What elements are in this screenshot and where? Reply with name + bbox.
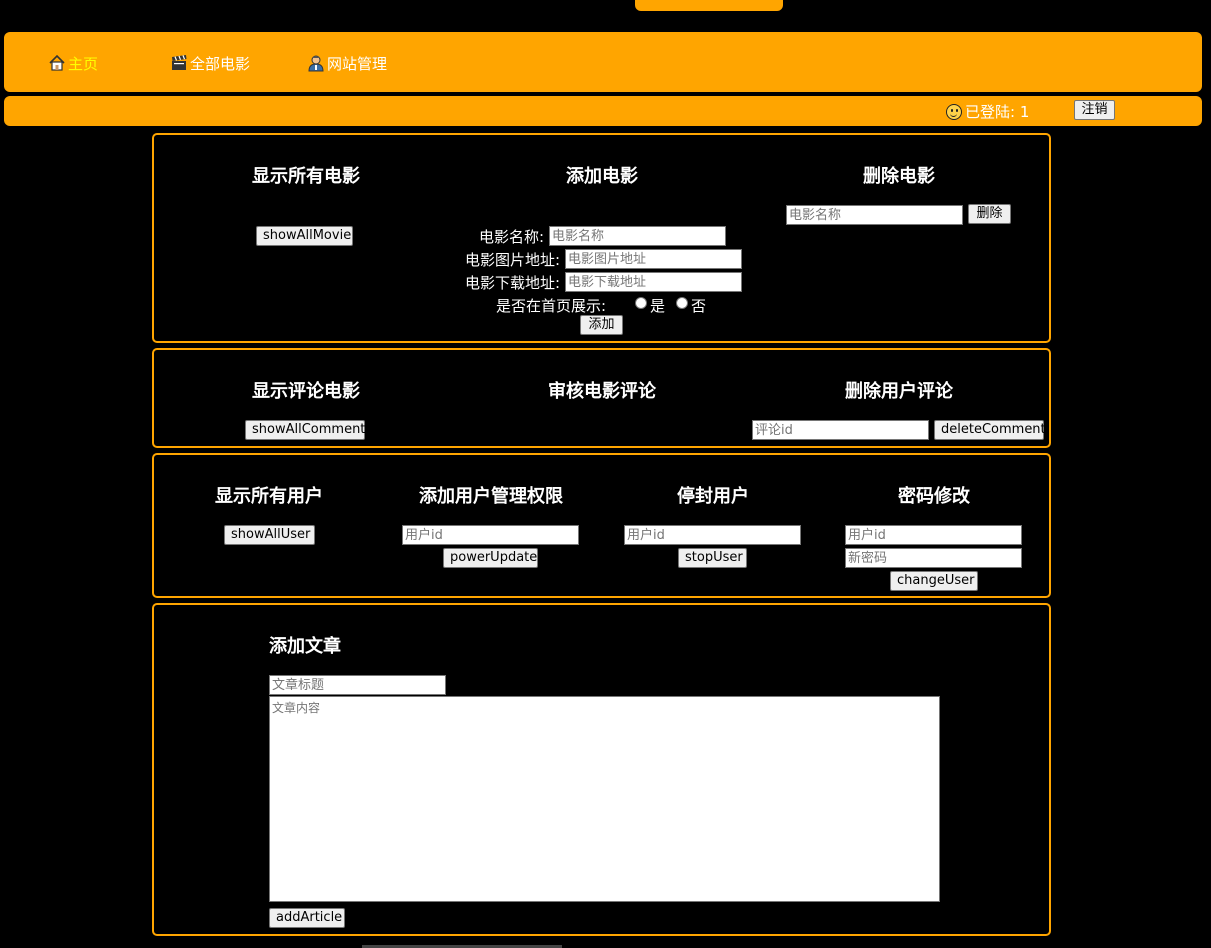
stop-user-button[interactable]: stopUser (678, 548, 747, 568)
show-all-user-button[interactable]: showAllUser (224, 525, 315, 545)
article-content-textarea[interactable] (269, 696, 940, 902)
top-navbar: 主页 全部电影 网站管理 (4, 32, 1202, 92)
delete-user-comment-heading: 删除用户评论 (845, 381, 953, 402)
homepage-yes-label: 是 (650, 297, 666, 315)
movie-management-panel: 显示所有电影 showAllMovie 添加电影 电影名称: 电影图片地址: 电… (152, 133, 1051, 343)
nav-site-admin[interactable]: 网站管理 (307, 52, 387, 74)
ban-user-id-input[interactable] (624, 525, 801, 545)
login-status: 已登陆: 1 (946, 101, 1029, 122)
add-movie-button[interactable]: 添加 (580, 315, 623, 335)
homepage-display-label: 是否在首页展示: (496, 297, 607, 315)
new-password-input[interactable] (845, 548, 1022, 568)
change-user-button[interactable]: changeUser (890, 571, 978, 591)
status-bar: 已登陆: 1 注销 (4, 96, 1202, 126)
add-admin-permission-heading: 添加用户管理权限 (419, 486, 563, 507)
comment-id-input[interactable] (752, 420, 929, 440)
add-article-button[interactable]: addArticle (269, 908, 345, 928)
article-panel: 添加文章 addArticle (152, 603, 1051, 936)
homepage-no-radio[interactable] (676, 297, 688, 309)
power-update-button[interactable]: powerUpdate (443, 548, 538, 568)
homepage-yes-radio[interactable] (635, 297, 647, 309)
show-all-movies-heading: 显示所有电影 (252, 166, 360, 187)
show-all-comment-button[interactable]: showAllComment (245, 420, 365, 440)
add-movie-heading: 添加电影 (566, 166, 638, 187)
movie-image-url-input[interactable] (565, 249, 742, 269)
login-status-label: 已登陆: 1 (965, 103, 1030, 121)
nav-site-admin-label: 网站管理 (327, 54, 388, 73)
power-user-id-input[interactable] (402, 525, 579, 545)
smiley-icon (946, 103, 962, 120)
show-all-movie-button[interactable]: showAllMovie (256, 226, 353, 246)
delete-comment-button[interactable]: deleteComment (934, 420, 1046, 440)
movie-image-label: 电影图片地址: (464, 251, 560, 269)
nav-home-label: 主页 (68, 54, 99, 73)
admin-user-icon (307, 54, 325, 72)
nav-all-movies-label: 全部电影 (190, 54, 251, 73)
delete-movie-name-input[interactable] (786, 205, 963, 225)
nav-all-movies[interactable]: 全部电影 (170, 52, 250, 74)
show-comment-movies-heading: 显示评论电影 (252, 381, 360, 402)
password-user-id-input[interactable] (845, 525, 1022, 545)
clapperboard-icon (170, 54, 188, 72)
movie-name-input[interactable] (549, 226, 726, 246)
delete-movie-button[interactable]: 删除 (968, 204, 1011, 224)
delete-movie-heading: 删除电影 (863, 166, 935, 187)
review-comments-heading: 审核电影评论 (548, 381, 656, 402)
nav-home[interactable]: 主页 (48, 52, 98, 74)
movie-download-label: 电影下载地址: (464, 274, 560, 292)
movie-download-url-input[interactable] (565, 272, 742, 292)
movie-name-label: 电影名称: (478, 228, 544, 246)
ban-user-heading: 停封用户 (677, 486, 749, 507)
user-management-panel: 显示所有用户 showAllUser 添加用户管理权限 powerUpdate … (152, 453, 1051, 598)
house-icon (48, 54, 66, 72)
article-title-input[interactable] (269, 675, 446, 695)
show-all-users-heading: 显示所有用户 (215, 486, 323, 507)
comment-management-panel: 显示评论电影 showAllComment 审核电影评论 删除用户评论 dele… (152, 348, 1051, 448)
add-article-heading: 添加文章 (269, 636, 341, 657)
logout-button[interactable]: 注销 (1074, 100, 1115, 120)
homepage-no-label: 否 (691, 297, 707, 315)
change-password-heading: 密码修改 (898, 486, 970, 507)
top-decorative-tab (635, 0, 783, 11)
